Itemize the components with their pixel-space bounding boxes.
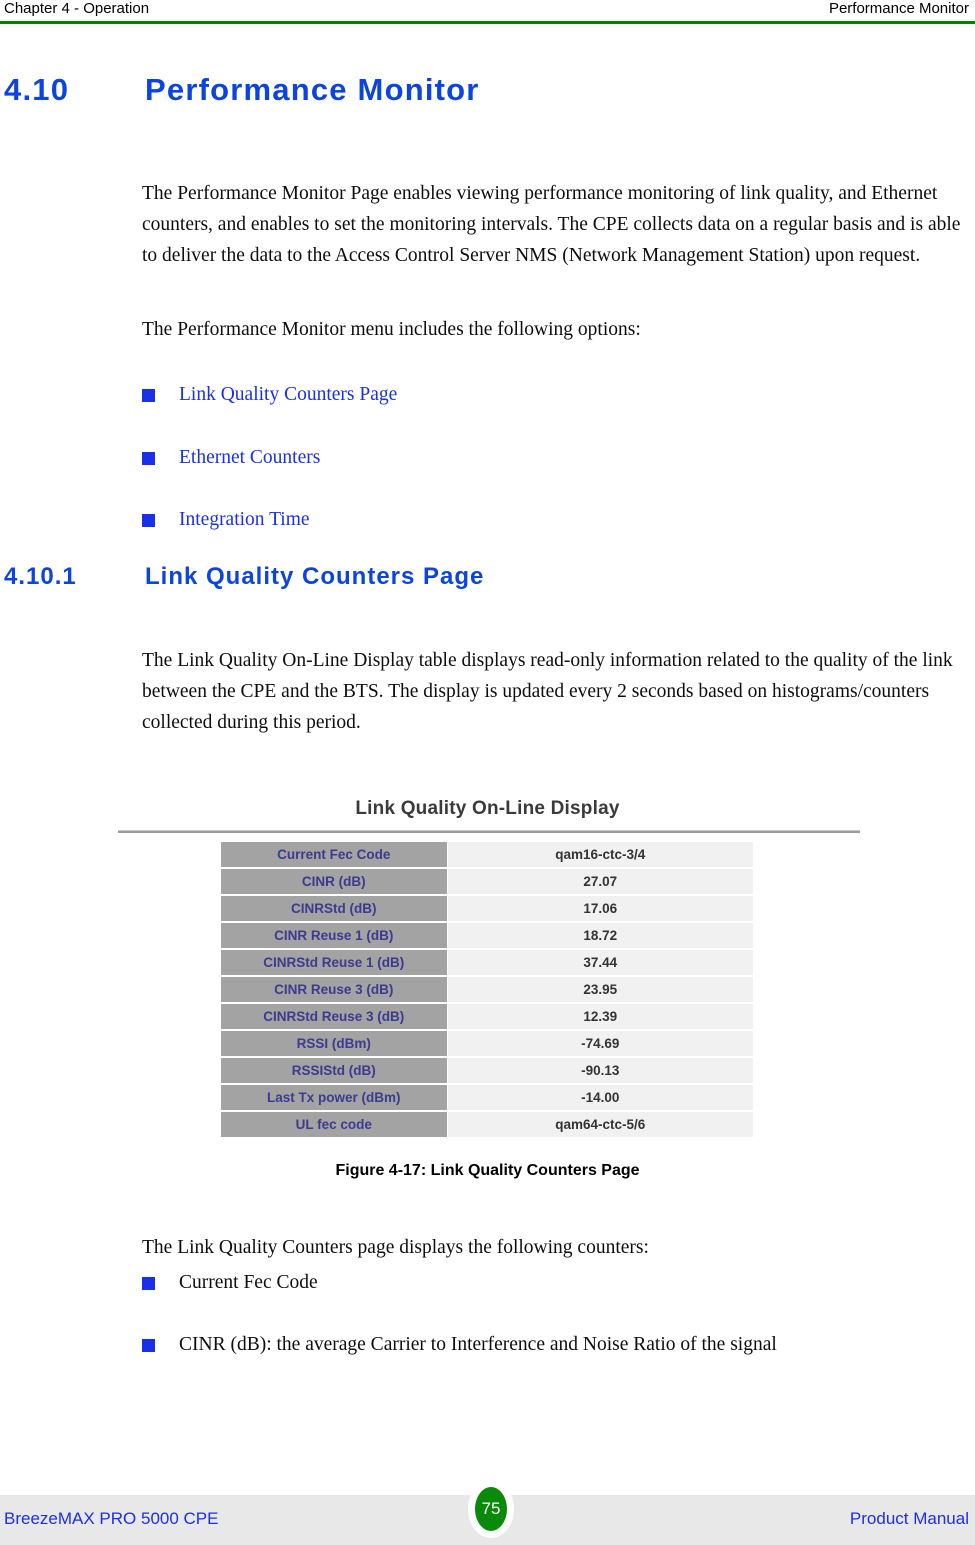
table-row: RSSI (dBm) -74.69 [221, 1030, 753, 1058]
list-item-ethernet-counters[interactable]: Ethernet Counters [142, 443, 962, 473]
row-label: CINR (dB) [221, 868, 448, 896]
header-chapter-label: Chapter 4 - Operation [4, 0, 150, 17]
row-value: -14.00 [446, 1084, 753, 1112]
row-label: CINRStd (dB) [221, 895, 448, 923]
figure-caption: Figure 4-17: Link Quality Counters Page [335, 1162, 640, 1179]
table-row: CINRStd (dB) 17.06 [221, 895, 753, 923]
table-body: Current Fec Code qam16-ctc-3/4 CINR (dB)… [221, 842, 753, 1137]
list-item-integration-time[interactable]: Integration Time [142, 505, 962, 535]
list-item-label[interactable]: Link Quality Counters Page [179, 380, 397, 410]
square-bullet-icon [142, 1277, 155, 1290]
row-label: Last Tx power (dBm) [221, 1084, 448, 1112]
list-item-label: CINR (dB): the average Carrier to Interf… [179, 1334, 777, 1355]
table-row: CINR (dB) 27.07 [221, 868, 753, 896]
row-value: 18.72 [446, 922, 753, 950]
row-label: CINRStd Reuse 1 (dB) [221, 949, 448, 977]
table-row: CINR Reuse 1 (dB) 18.72 [221, 922, 753, 950]
link-quality-paragraph: The Link Quality On-Line Display table d… [142, 650, 953, 733]
page-number-badge: 75 [468, 1480, 514, 1538]
list-item-label[interactable]: Integration Time [179, 505, 310, 535]
footer-document-type: Product Manual [849, 1509, 969, 1528]
section-number: 4.10 [4, 72, 70, 107]
row-value: 23.95 [446, 976, 753, 1004]
list-item-link-quality-counters-page[interactable]: Link Quality Counters Page [142, 380, 962, 410]
row-label: CINRStd Reuse 3 (dB) [221, 1003, 448, 1031]
row-value: qam64-ctc-5/6 [446, 1111, 753, 1137]
list-item-label: Current Fec Code [179, 1272, 318, 1293]
row-value: -74.69 [446, 1030, 753, 1058]
list-item-cinr-db: CINR (dB): the average Carrier to Interf… [142, 1330, 962, 1360]
table-row: CINR Reuse 3 (dB) 23.95 [221, 976, 753, 1004]
subsection-title: Link Quality Counters Page [145, 563, 485, 590]
row-label: CINR Reuse 3 (dB) [221, 976, 448, 1004]
subsection-number: 4.10.1 [4, 563, 77, 590]
row-value: 37.44 [446, 949, 753, 977]
table-row: UL fec code qam64-ctc-5/6 [221, 1111, 753, 1137]
header-section-label: Performance Monitor [828, 0, 969, 17]
list-item-label[interactable]: Ethernet Counters [179, 443, 320, 473]
row-label: CINR Reuse 1 (dB) [221, 922, 448, 950]
panel-title: Link Quality On-Line Display [355, 798, 620, 819]
square-bullet-icon [142, 389, 155, 402]
intro-paragraph: The Performance Monitor Page enables vie… [142, 183, 961, 266]
row-value: -90.13 [446, 1057, 753, 1085]
page-footer: BreezeMAX PRO 5000 CPE 75 Product Manual [0, 1480, 975, 1545]
square-bullet-icon [142, 452, 155, 465]
row-value: 17.06 [446, 895, 753, 923]
link-quality-table: Current Fec Code qam16-ctc-3/4 CINR (dB)… [221, 842, 753, 1137]
square-bullet-icon [142, 514, 155, 527]
row-label: RSSIStd (dB) [221, 1057, 448, 1085]
page-header: Chapter 4 - Operation Performance Monito… [0, 0, 975, 22]
table-row: RSSIStd (dB) -90.13 [221, 1057, 753, 1085]
table-row: Current Fec Code qam16-ctc-3/4 [221, 842, 753, 869]
list-item-current-fec-code: Current Fec Code [142, 1268, 962, 1298]
table-row: Last Tx power (dBm) -14.00 [221, 1084, 753, 1112]
counters-intro-paragraph: The Link Quality Counters page displays … [142, 1237, 649, 1258]
square-bullet-icon [142, 1339, 155, 1352]
row-label: Current Fec Code [221, 842, 448, 869]
section-heading: 4.10 Performance Monitor [4, 72, 934, 108]
row-value: 12.39 [446, 1003, 753, 1031]
panel-divider-rule [118, 830, 860, 833]
table-row: CINRStd Reuse 3 (dB) 12.39 [221, 1003, 753, 1031]
header-divider-rule [0, 21, 975, 24]
row-label: RSSI (dBm) [221, 1030, 448, 1058]
footer-product-name: BreezeMAX PRO 5000 CPE [4, 1509, 219, 1528]
subsection-heading: 4.10.1 Link Quality Counters Page [4, 563, 934, 591]
menu-intro-paragraph: The Performance Monitor menu includes th… [142, 319, 641, 340]
row-label: UL fec code [221, 1111, 448, 1137]
row-value: qam16-ctc-3/4 [446, 842, 753, 869]
table-row: CINRStd Reuse 1 (dB) 37.44 [221, 949, 753, 977]
section-title: Performance Monitor [145, 72, 480, 107]
row-value: 27.07 [446, 868, 753, 896]
